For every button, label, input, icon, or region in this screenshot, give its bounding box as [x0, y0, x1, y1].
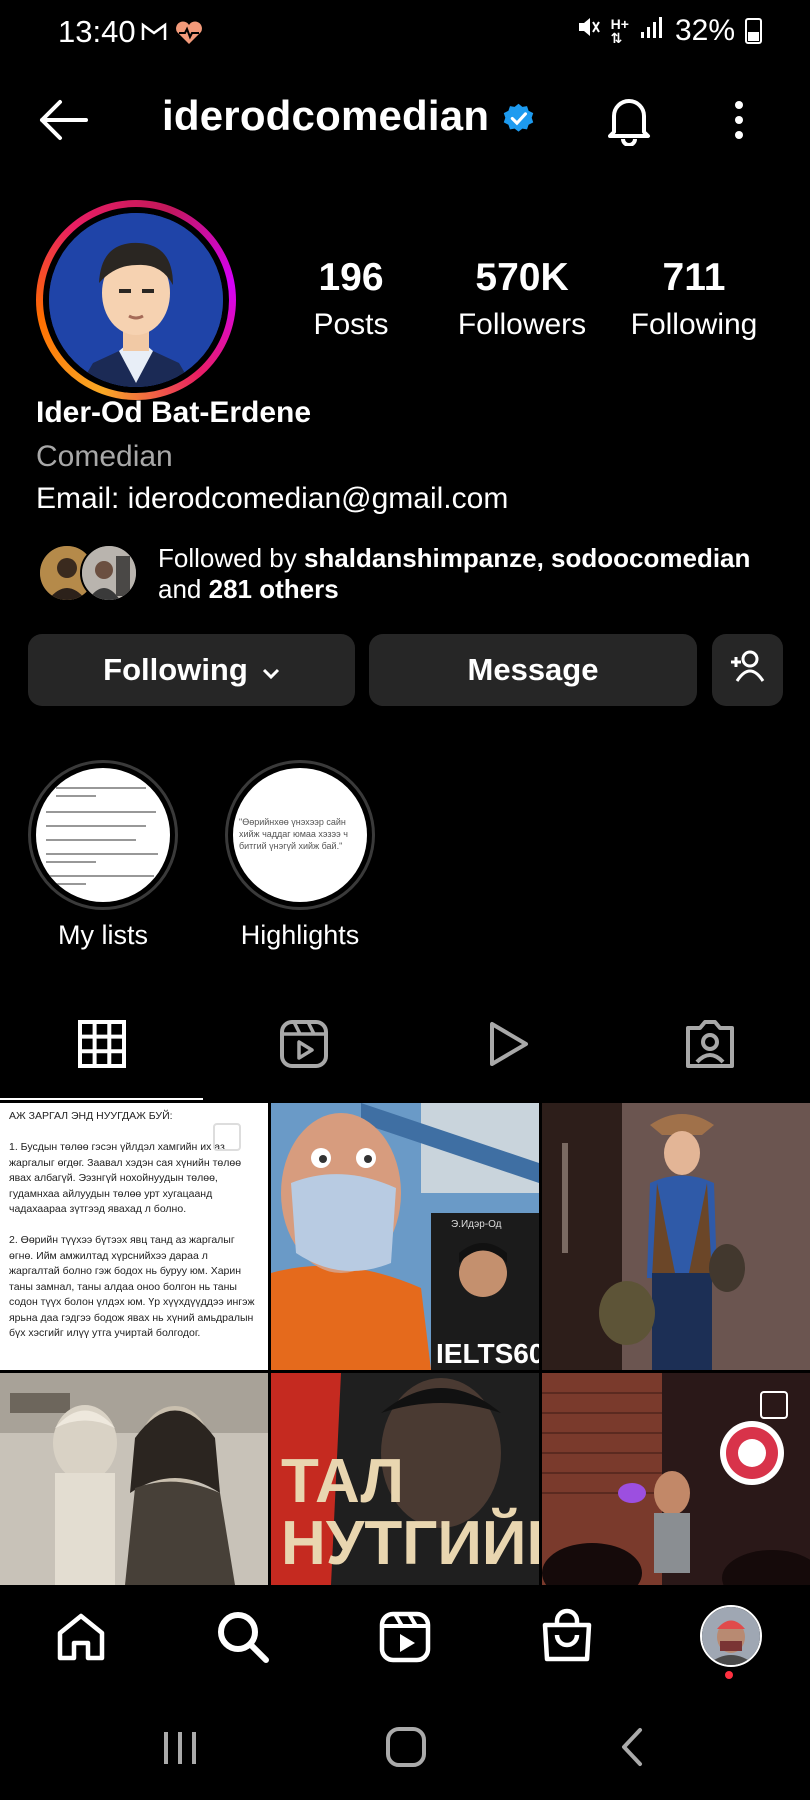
- avatar-illustration: [49, 213, 223, 387]
- highlight-highlights-cover: "Өөрийнхөө үнэхээр сайн хийж чаддаг юмаа…: [233, 768, 367, 902]
- home-icon[interactable]: [55, 1611, 107, 1668]
- followed-by-prefix: Followed by: [158, 543, 304, 573]
- highlight-highlights-label: Highlights: [240, 920, 360, 950]
- status-time: 13:40: [58, 14, 136, 49]
- highlight-my-lists-cover: [36, 768, 170, 902]
- followed-by-users: shaldanshimpanze, sodoocomedian: [303, 543, 751, 573]
- suggested-people-button[interactable]: [712, 634, 783, 706]
- profile-tab-avatar[interactable]: [700, 1605, 762, 1667]
- post-thumbnail-2[interactable]: Э.Идэр-Од IELTS600: [271, 1103, 539, 1370]
- followed-by-and: and: [158, 574, 209, 604]
- mute-icon: [575, 14, 601, 48]
- status-right: H+ ⇅ 32%: [575, 14, 762, 48]
- recent-apps-icon[interactable]: [160, 1728, 200, 1773]
- chevron-down-icon: [262, 652, 280, 688]
- profile-bio[interactable]: Email: iderodcomedian@gmail.com: [36, 482, 508, 516]
- profile-category: Comedian: [36, 440, 173, 473]
- post-thumbnail-1[interactable]: АЖ ЗАРГАЛ ЭНД НУУГДАЖ БУЙ: 1. Бусдын төл…: [0, 1103, 268, 1370]
- health-icon: [174, 20, 204, 51]
- system-navigation-bar: [0, 1690, 810, 1800]
- post-thumbnail-6[interactable]: [542, 1373, 810, 1585]
- profile-full-name: Ider-Od Bat-Erdene: [36, 396, 312, 429]
- highlight-highlights[interactable]: "Өөрийнхөө үнэхээр сайн хийж чаддаг юмаа…: [225, 760, 375, 910]
- battery-percent: 32%: [674, 14, 735, 47]
- header-username: iderodcomedian: [162, 92, 490, 139]
- gmail-icon: [140, 20, 168, 49]
- post-5-title: ТАЛ НУТГИЙН: [281, 1447, 539, 1575]
- followers-count: 570K: [475, 256, 569, 299]
- book-title-text: IELTS600: [436, 1338, 539, 1369]
- followed-by-others: 281 others: [208, 574, 339, 604]
- signal-icon: [639, 14, 665, 48]
- highlight-preview-text: "Өөрийнхөө үнэхээр сайн хийж чаддаг юмаа…: [239, 817, 348, 851]
- posts-label: Posts: [313, 308, 389, 341]
- posts-count: 196: [318, 256, 384, 299]
- following-label: Following: [630, 308, 758, 341]
- battery-icon: [745, 18, 762, 44]
- multi-post-icon: [213, 1123, 241, 1151]
- highlight-my-lists-label: My lists: [58, 920, 148, 950]
- back-button-icon[interactable]: [618, 1726, 646, 1773]
- add-person-icon: [728, 649, 768, 691]
- reels-tab-icon[interactable]: [274, 1016, 334, 1074]
- followed-by-text[interactable]: Followed by shaldanshimpanze, sodoocomed…: [158, 543, 778, 605]
- message-button[interactable]: Message: [369, 634, 697, 706]
- reels-icon[interactable]: [377, 1609, 433, 1670]
- stat-posts[interactable]: 196 Posts: [266, 256, 436, 342]
- bottom-navigation: [0, 1585, 810, 1685]
- followers-label: Followers: [457, 308, 587, 341]
- notification-bell-icon[interactable]: [604, 92, 654, 151]
- mutual-followers-avatars[interactable]: [38, 544, 138, 602]
- following-count: 711: [662, 256, 726, 299]
- mutual-avatar-2: [80, 544, 138, 602]
- status-bar: 13:40 H+ ⇅ 32%: [0, 0, 810, 70]
- home-button-icon[interactable]: [385, 1726, 427, 1773]
- stat-followers[interactable]: 570K Followers: [437, 256, 607, 342]
- profile-header: iderodcomedian: [0, 70, 810, 170]
- message-button-label: Message: [467, 652, 599, 687]
- post-thumbnail-5[interactable]: ТАЛ НУТГИЙН: [271, 1373, 539, 1585]
- profile-avatar[interactable]: [36, 200, 236, 400]
- notification-dot: [725, 1671, 733, 1679]
- search-icon[interactable]: [215, 1609, 271, 1670]
- post-thumbnail-3[interactable]: [542, 1103, 810, 1370]
- following-button-label: Following: [103, 652, 248, 687]
- active-tab-indicator: [0, 1098, 203, 1100]
- following-button[interactable]: Following: [28, 634, 355, 706]
- multi-post-icon: [760, 1391, 788, 1419]
- network-h-icon: H+ ⇅: [610, 16, 629, 46]
- tagged-tab-icon[interactable]: [680, 1016, 740, 1074]
- videos-tab-icon[interactable]: [478, 1016, 538, 1074]
- verified-badge-icon: [503, 103, 534, 134]
- post-thumbnail-4[interactable]: [0, 1373, 268, 1585]
- highlight-my-lists[interactable]: [28, 760, 178, 910]
- shop-icon[interactable]: [540, 1607, 594, 1670]
- stat-following[interactable]: 711 Following: [609, 256, 779, 342]
- book-author-text: Э.Идэр-Од: [451, 1219, 502, 1230]
- more-options-icon[interactable]: [732, 100, 746, 145]
- grid-tab-icon[interactable]: [72, 1016, 132, 1074]
- back-arrow-icon[interactable]: [36, 98, 90, 147]
